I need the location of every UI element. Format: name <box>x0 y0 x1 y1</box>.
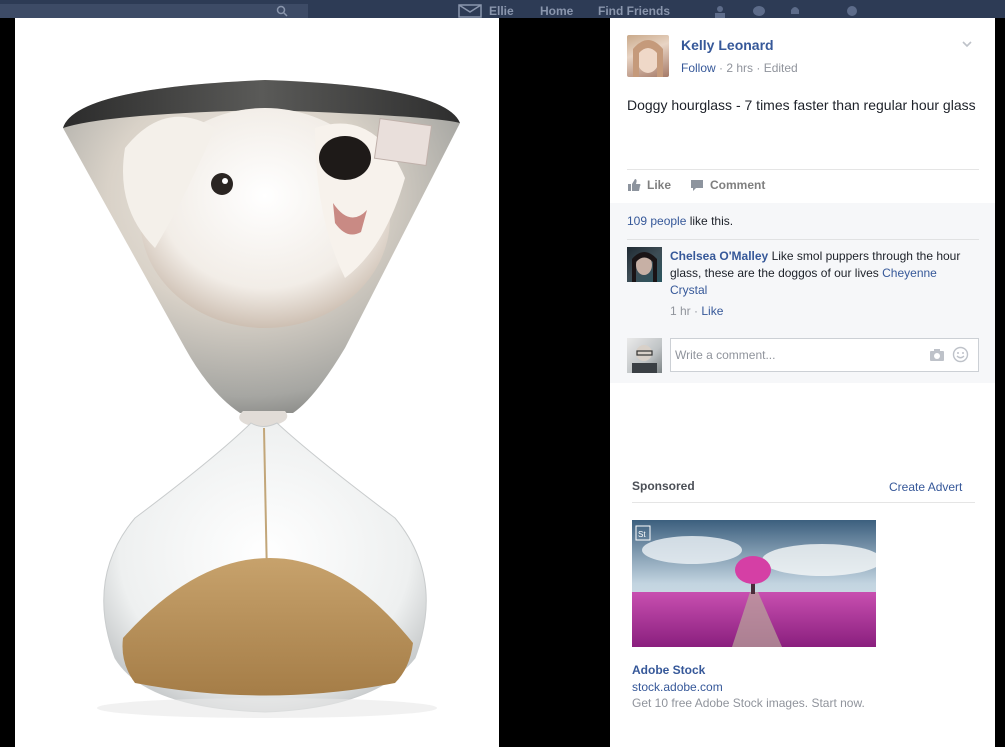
search-field[interactable] <box>0 4 308 18</box>
write-comment-box[interactable] <box>670 338 979 372</box>
messenger-icon[interactable] <box>752 4 766 18</box>
comment-like-link[interactable]: Like <box>701 304 723 318</box>
follow-link[interactable]: Follow <box>681 61 716 75</box>
like-label: Like <box>647 178 672 192</box>
chevron-down-icon[interactable] <box>961 38 973 50</box>
post-author-name[interactable]: Kelly Leonard <box>681 37 774 53</box>
camera-icon[interactable] <box>929 348 945 362</box>
author-avatar[interactable] <box>627 35 669 77</box>
post-meta: Follow · 2 hrs · Edited <box>681 61 798 75</box>
ad-description: Get 10 free Adobe Stock images. Start no… <box>632 696 865 710</box>
commenter-avatar[interactable] <box>627 247 662 282</box>
comment-button[interactable]: Comment <box>690 178 765 192</box>
sponsored-heading: Sponsored <box>632 479 695 493</box>
likes-count-link[interactable]: 109 people <box>627 214 686 228</box>
post-photo[interactable] <box>15 18 499 747</box>
comment-input[interactable] <box>675 347 915 363</box>
comment-meta: 1 hr · Like <box>670 304 723 318</box>
comment-item: Chelsea O'Malley Like smol puppers throu… <box>670 248 970 299</box>
create-advert-link[interactable]: Create Advert <box>889 480 962 494</box>
comment-label: Comment <box>710 178 766 192</box>
post-text: Doggy hourglass - 7 times faster than re… <box>627 97 976 113</box>
dog-hourglass-photo <box>63 80 460 718</box>
nav-profile-link[interactable]: Ellie <box>489 4 514 18</box>
top-navigation-bar: Ellie Home Find Friends <box>0 0 1005 18</box>
commenter-name[interactable]: Chelsea O'Malley <box>670 249 768 263</box>
ad-url[interactable]: stock.adobe.com <box>632 680 723 694</box>
nav-find-friends-link[interactable]: Find Friends <box>598 4 670 18</box>
comment-time[interactable]: 1 hr <box>670 304 691 318</box>
divider <box>627 239 979 240</box>
privacy-shortcuts-icon[interactable] <box>845 4 859 18</box>
notifications-icon[interactable] <box>788 4 802 18</box>
divider <box>627 169 979 170</box>
friend-requests-icon[interactable] <box>713 4 727 18</box>
adobe-stock-badge: St <box>638 530 646 539</box>
ad-image[interactable]: St <box>632 520 876 647</box>
post-time-meta: · 2 hrs · Edited <box>719 61 798 75</box>
divider <box>632 502 975 503</box>
emoji-icon[interactable] <box>952 346 969 363</box>
nav-home-link[interactable]: Home <box>540 4 573 18</box>
messages-icon[interactable] <box>458 4 482 18</box>
likes-suffix: like this. <box>686 214 734 228</box>
search-icon[interactable] <box>276 5 288 17</box>
like-button[interactable]: Like <box>627 178 671 192</box>
ad-title[interactable]: Adobe Stock <box>632 663 705 677</box>
comment-icon <box>691 180 703 191</box>
likes-summary: 109 people like this. <box>627 214 733 228</box>
comment-meta-separator: · <box>690 304 702 318</box>
thumbs-up-icon <box>628 179 641 191</box>
current-user-avatar <box>627 338 662 373</box>
